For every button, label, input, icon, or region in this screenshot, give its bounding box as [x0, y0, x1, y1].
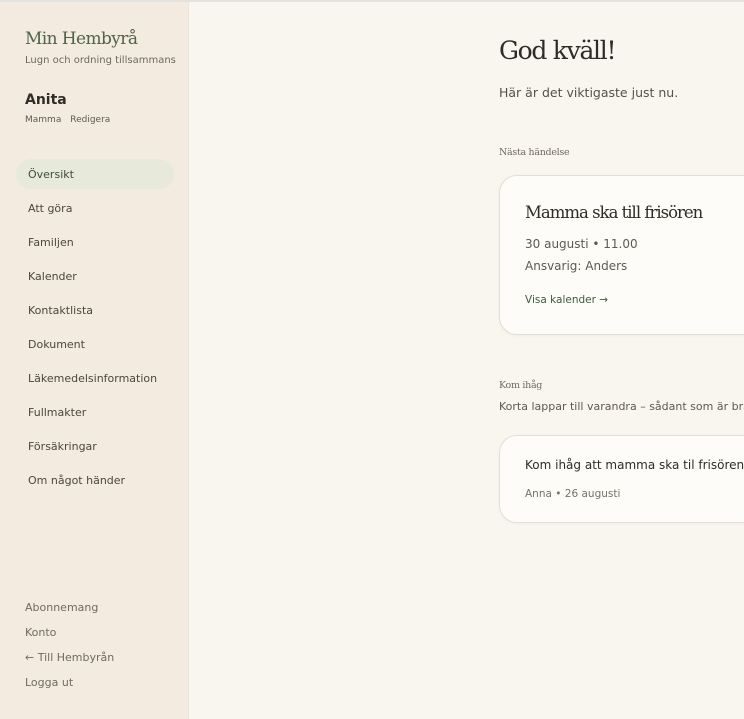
- logout-link[interactable]: Logga ut: [25, 675, 114, 700]
- subscription-link[interactable]: Abonnemang: [25, 600, 114, 625]
- sidebar-item-att-gora[interactable]: Att göra: [16, 193, 174, 223]
- event-title: Mamma ska till frisören: [525, 203, 703, 222]
- next-event-heading: Nästa händelse: [499, 147, 570, 158]
- user-meta: Mamma Redigera: [25, 115, 116, 125]
- event-datetime: 30 augusti • 11.00: [525, 237, 638, 251]
- user-role: Mamma: [25, 115, 62, 125]
- sidebar-item-om-nagot-hander[interactable]: Om något händer: [16, 465, 174, 495]
- brand-tagline: Lugn och ordning tillsammans: [25, 55, 176, 66]
- sidebar-item-dokument[interactable]: Dokument: [16, 329, 174, 359]
- sidebar-item-forsakringar[interactable]: Försäkringar: [16, 431, 174, 461]
- reminders-heading: Kom ihåg: [499, 380, 543, 391]
- event-responsible: Ansvarig: Anders: [525, 259, 628, 273]
- reminders-description: Korta lappar till varandra – sådant som …: [499, 400, 744, 413]
- sidebar-item-familjen[interactable]: Familjen: [16, 227, 174, 257]
- sidebar-item-oversikt[interactable]: Översikt: [16, 159, 174, 189]
- user-name: Anita: [25, 92, 67, 108]
- note-text: Kom ihåg att mamma ska til frisören!: [525, 458, 744, 472]
- edit-profile-link[interactable]: Redigera: [70, 115, 110, 125]
- note-meta: Anna • 26 augusti: [525, 488, 621, 500]
- main-content: God kväll! Här är det viktigaste just nu…: [189, 2, 744, 719]
- sidebar-item-fullmakter[interactable]: Fullmakter: [16, 397, 174, 427]
- page-subtitle: Här är det viktigaste just nu.: [499, 85, 679, 100]
- sidebar-footer: Abonnemang Konto ← Till Hembyrån Logga u…: [25, 600, 114, 700]
- account-link[interactable]: Konto: [25, 625, 114, 650]
- back-to-hembyran-link[interactable]: ← Till Hembyrån: [25, 650, 114, 675]
- sidebar-item-kontaktlista[interactable]: Kontaktlista: [16, 295, 174, 325]
- view-calendar-link[interactable]: Visa kalender →: [525, 294, 608, 306]
- sidebar-item-lakemedelsinformation[interactable]: Läkemedelsinformation: [16, 363, 174, 393]
- next-event-card: Mamma ska till frisören 30 augusti • 11.…: [499, 175, 744, 335]
- reminder-note-card[interactable]: Kom ihåg att mamma ska til frisören! Ann…: [499, 435, 744, 523]
- sidebar-nav: Översikt Att göra Familjen Kalender Kont…: [16, 159, 174, 499]
- page-title: God kväll!: [499, 36, 616, 65]
- brand-logo[interactable]: Min Hembyrå: [25, 29, 138, 49]
- sidebar-item-kalender[interactable]: Kalender: [16, 261, 174, 291]
- sidebar: Min Hembyrå Lugn och ordning tillsammans…: [0, 2, 189, 719]
